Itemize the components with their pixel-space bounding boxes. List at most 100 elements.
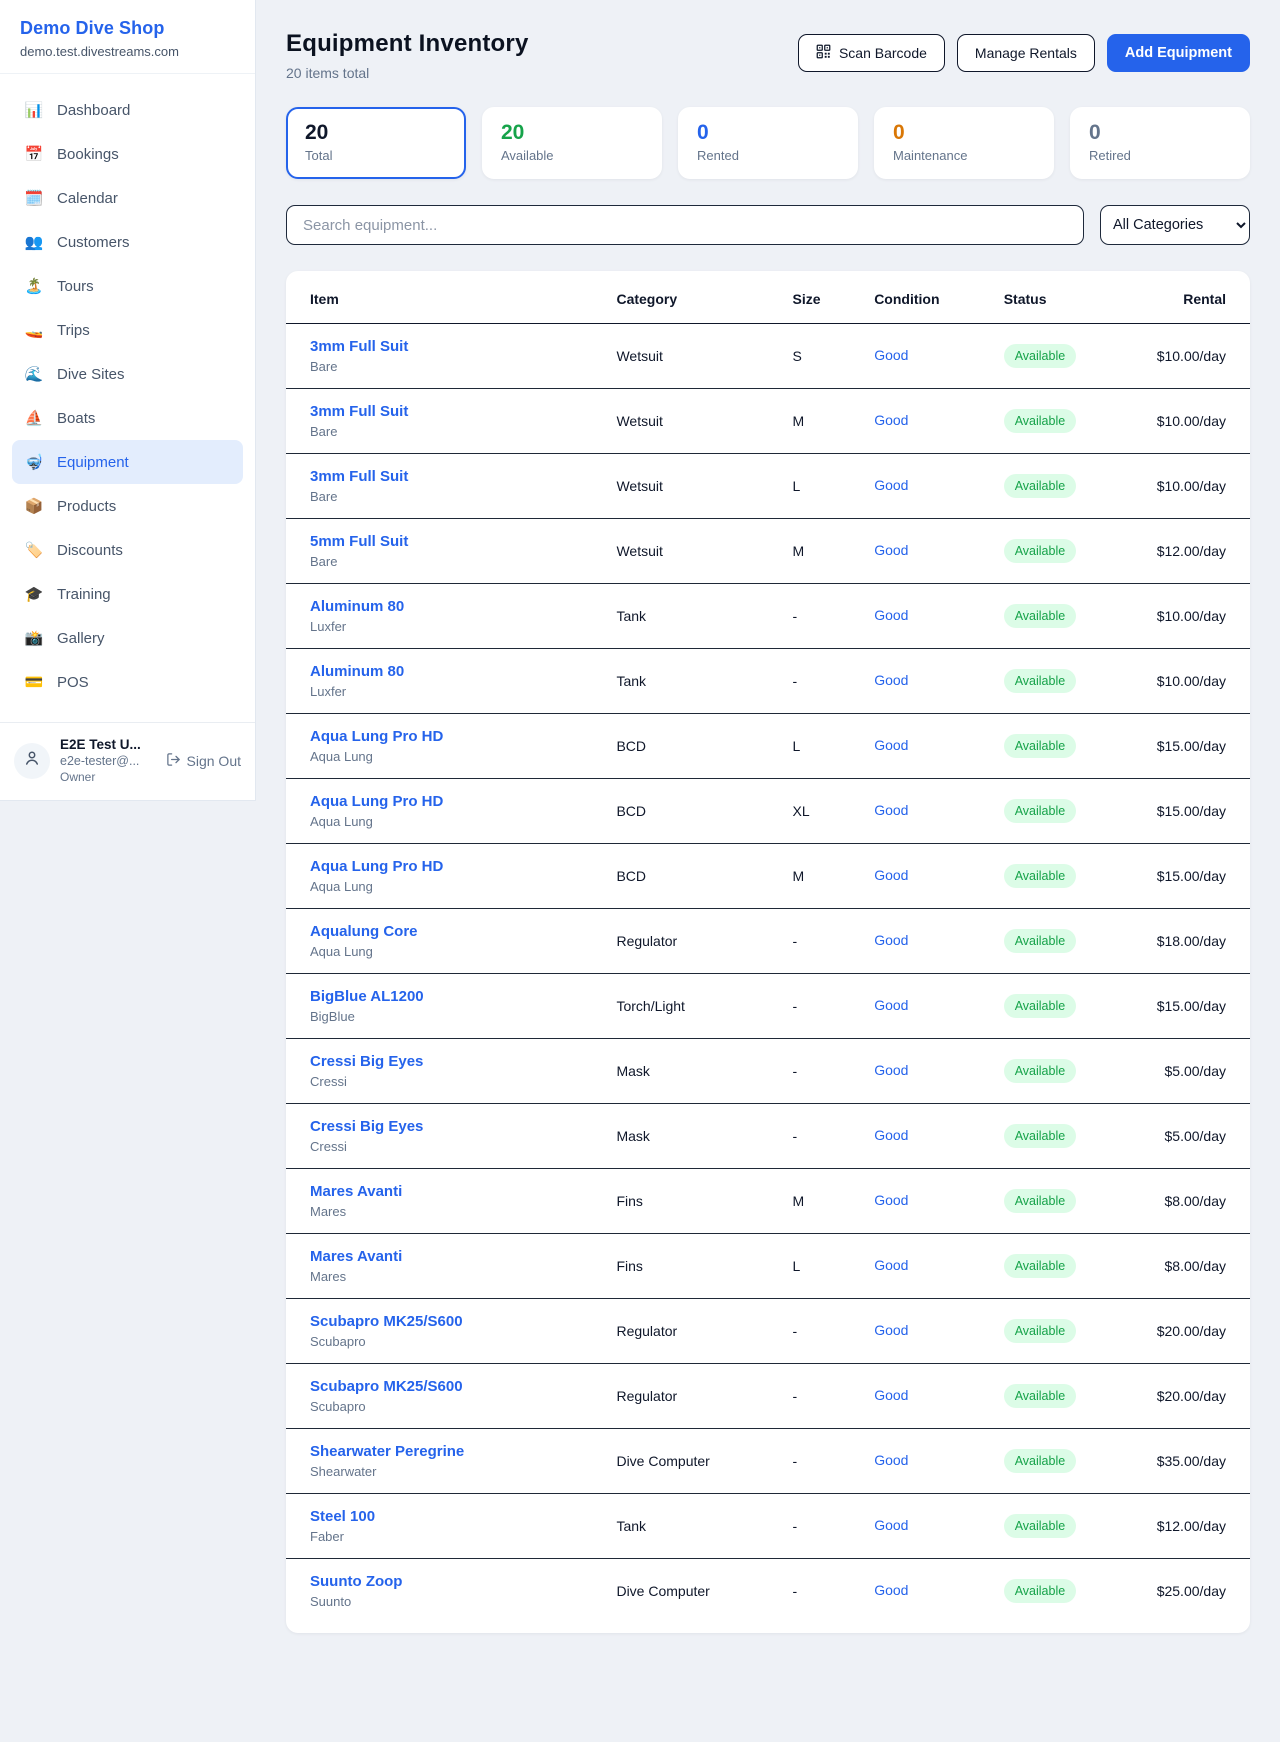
column-header-item: Item bbox=[286, 271, 592, 324]
sidebar-item-discounts[interactable]: 🏷️ Discounts bbox=[12, 528, 243, 572]
table-row[interactable]: Cressi Big Eyes Cressi Mask - Good Avail… bbox=[286, 1039, 1250, 1104]
table-row[interactable]: Scubapro MK25/S600 Scubapro Regulator - … bbox=[286, 1364, 1250, 1429]
sidebar-item-customers[interactable]: 👥 Customers bbox=[12, 220, 243, 264]
item-name-link[interactable]: Suunto Zoop bbox=[310, 1573, 568, 1590]
item-condition-link[interactable]: Good bbox=[874, 1452, 908, 1468]
item-condition-link[interactable]: Good bbox=[874, 802, 908, 818]
item-name-link[interactable]: Scubapro MK25/S600 bbox=[310, 1378, 568, 1395]
stat-card-total[interactable]: 20 Total bbox=[286, 107, 466, 179]
item-rental: $10.00/day bbox=[1133, 454, 1250, 519]
table-row[interactable]: Aluminum 80 Luxfer Tank - Good Available… bbox=[286, 584, 1250, 649]
table-row[interactable]: 3mm Full Suit Bare Wetsuit L Good Availa… bbox=[286, 454, 1250, 519]
item-condition-link[interactable]: Good bbox=[874, 1582, 908, 1598]
item-name-link[interactable]: Shearwater Peregrine bbox=[310, 1443, 568, 1460]
sidebar-item-dashboard[interactable]: 📊 Dashboard bbox=[12, 88, 243, 132]
status-badge: Available bbox=[1004, 929, 1077, 953]
table-row[interactable]: Scubapro MK25/S600 Scubapro Regulator - … bbox=[286, 1299, 1250, 1364]
item-name-link[interactable]: 3mm Full Suit bbox=[310, 338, 568, 355]
manage-rentals-button[interactable]: Manage Rentals bbox=[957, 34, 1095, 72]
sidebar-item-bookings[interactable]: 📅 Bookings bbox=[12, 132, 243, 176]
item-condition-link[interactable]: Good bbox=[874, 347, 908, 363]
sidebar-item-dive-sites[interactable]: 🌊 Dive Sites bbox=[12, 352, 243, 396]
item-condition-link[interactable]: Good bbox=[874, 1387, 908, 1403]
item-name-link[interactable]: Aqua Lung Pro HD bbox=[310, 793, 568, 810]
item-condition-link[interactable]: Good bbox=[874, 607, 908, 623]
table-row[interactable]: Aqua Lung Pro HD Aqua Lung BCD XL Good A… bbox=[286, 779, 1250, 844]
scan-barcode-button[interactable]: Scan Barcode bbox=[798, 34, 945, 72]
add-equipment-button[interactable]: Add Equipment bbox=[1107, 34, 1250, 72]
sidebar-item-calendar[interactable]: 🗓️ Calendar bbox=[12, 176, 243, 220]
table-row[interactable]: Aqua Lung Pro HD Aqua Lung BCD L Good Av… bbox=[286, 714, 1250, 779]
item-condition-link[interactable]: Good bbox=[874, 542, 908, 558]
tours-icon: 🏝️ bbox=[24, 277, 44, 295]
table-row[interactable]: Shearwater Peregrine Shearwater Dive Com… bbox=[286, 1429, 1250, 1494]
sidebar-item-equipment[interactable]: 🤿 Equipment bbox=[12, 440, 243, 484]
sign-out-button[interactable]: Sign Out bbox=[166, 752, 241, 770]
stat-card-available[interactable]: 20 Available bbox=[482, 107, 662, 179]
boats-icon: ⛵ bbox=[24, 409, 44, 427]
sidebar-item-products[interactable]: 📦 Products bbox=[12, 484, 243, 528]
item-name-link[interactable]: Cressi Big Eyes bbox=[310, 1053, 568, 1070]
item-condition-link[interactable]: Good bbox=[874, 1192, 908, 1208]
item-condition-link[interactable]: Good bbox=[874, 997, 908, 1013]
table-row[interactable]: Mares Avanti Mares Fins M Good Available… bbox=[286, 1169, 1250, 1234]
stat-card-maintenance[interactable]: 0 Maintenance bbox=[874, 107, 1054, 179]
table-row[interactable]: Cressi Big Eyes Cressi Mask - Good Avail… bbox=[286, 1104, 1250, 1169]
sidebar-item-pos[interactable]: 💳 POS bbox=[12, 660, 243, 704]
item-brand: Faber bbox=[310, 1529, 568, 1544]
table-row[interactable]: Aluminum 80 Luxfer Tank - Good Available… bbox=[286, 649, 1250, 714]
sidebar-item-training[interactable]: 🎓 Training bbox=[12, 572, 243, 616]
table-row[interactable]: BigBlue AL1200 BigBlue Torch/Light - Goo… bbox=[286, 974, 1250, 1039]
item-condition-link[interactable]: Good bbox=[874, 412, 908, 428]
sidebar-item-gallery[interactable]: 📸 Gallery bbox=[12, 616, 243, 660]
item-condition-link[interactable]: Good bbox=[874, 1062, 908, 1078]
item-name-link[interactable]: Scubapro MK25/S600 bbox=[310, 1313, 568, 1330]
item-rental: $12.00/day bbox=[1133, 1494, 1250, 1559]
item-name-link[interactable]: Mares Avanti bbox=[310, 1248, 568, 1265]
item-condition-link[interactable]: Good bbox=[874, 1127, 908, 1143]
item-category: Regulator bbox=[592, 909, 768, 974]
item-name-link[interactable]: Steel 100 bbox=[310, 1508, 568, 1525]
item-condition-link[interactable]: Good bbox=[874, 1517, 908, 1533]
table-row[interactable]: 5mm Full Suit Bare Wetsuit M Good Availa… bbox=[286, 519, 1250, 584]
item-name-link[interactable]: Aqua Lung Pro HD bbox=[310, 728, 568, 745]
item-name-link[interactable]: Aluminum 80 bbox=[310, 663, 568, 680]
table-row[interactable]: Mares Avanti Mares Fins L Good Available… bbox=[286, 1234, 1250, 1299]
status-badge: Available bbox=[1004, 1319, 1077, 1343]
item-condition-link[interactable]: Good bbox=[874, 932, 908, 948]
item-name-link[interactable]: Aqua Lung Pro HD bbox=[310, 858, 568, 875]
table-row[interactable]: Aqualung Core Aqua Lung Regulator - Good… bbox=[286, 909, 1250, 974]
item-brand: Mares bbox=[310, 1269, 568, 1284]
item-name-link[interactable]: 5mm Full Suit bbox=[310, 533, 568, 550]
status-badge: Available bbox=[1004, 344, 1077, 368]
item-name-link[interactable]: 3mm Full Suit bbox=[310, 468, 568, 485]
table-row[interactable]: Steel 100 Faber Tank - Good Available $1… bbox=[286, 1494, 1250, 1559]
item-category: BCD bbox=[592, 844, 768, 909]
item-name-link[interactable]: Cressi Big Eyes bbox=[310, 1118, 568, 1135]
item-condition-link[interactable]: Good bbox=[874, 477, 908, 493]
table-row[interactable]: 3mm Full Suit Bare Wetsuit M Good Availa… bbox=[286, 389, 1250, 454]
stat-card-retired[interactable]: 0 Retired bbox=[1070, 107, 1250, 179]
search-input[interactable] bbox=[286, 205, 1084, 245]
item-name-link[interactable]: Mares Avanti bbox=[310, 1183, 568, 1200]
table-row[interactable]: Suunto Zoop Suunto Dive Computer - Good … bbox=[286, 1559, 1250, 1624]
sidebar-item-label: Dashboard bbox=[57, 102, 130, 119]
item-condition-link[interactable]: Good bbox=[874, 1257, 908, 1273]
item-condition-link[interactable]: Good bbox=[874, 672, 908, 688]
item-name-link[interactable]: BigBlue AL1200 bbox=[310, 988, 568, 1005]
item-name-link[interactable]: Aluminum 80 bbox=[310, 598, 568, 615]
sidebar-item-tours[interactable]: 🏝️ Tours bbox=[12, 264, 243, 308]
sidebar-item-trips[interactable]: 🚤 Trips bbox=[12, 308, 243, 352]
item-condition-link[interactable]: Good bbox=[874, 737, 908, 753]
item-name-link[interactable]: 3mm Full Suit bbox=[310, 403, 568, 420]
item-condition-link[interactable]: Good bbox=[874, 867, 908, 883]
sidebar-item-label: Calendar bbox=[57, 190, 118, 207]
table-row[interactable]: 3mm Full Suit Bare Wetsuit S Good Availa… bbox=[286, 324, 1250, 389]
stat-card-rented[interactable]: 0 Rented bbox=[678, 107, 858, 179]
table-row[interactable]: Aqua Lung Pro HD Aqua Lung BCD M Good Av… bbox=[286, 844, 1250, 909]
item-size: L bbox=[768, 1234, 850, 1299]
item-name-link[interactable]: Aqualung Core bbox=[310, 923, 568, 940]
category-select[interactable]: All Categories bbox=[1100, 205, 1250, 245]
sidebar-item-boats[interactable]: ⛵ Boats bbox=[12, 396, 243, 440]
item-condition-link[interactable]: Good bbox=[874, 1322, 908, 1338]
